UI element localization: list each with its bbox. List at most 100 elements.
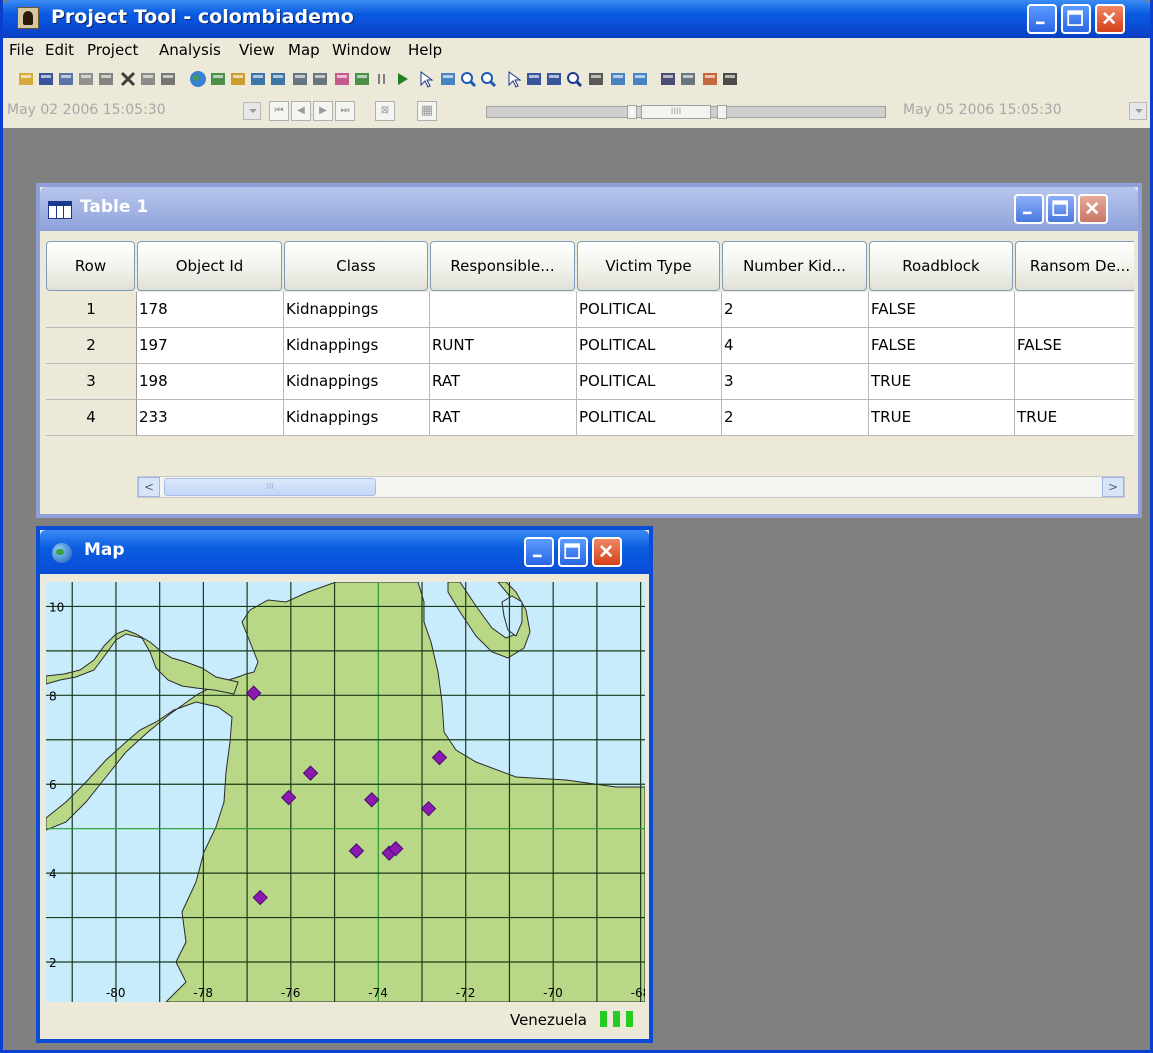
table-cell[interactable]: 197 — [137, 328, 284, 364]
previous-button[interactable]: ◀ — [291, 101, 311, 121]
table-cell[interactable]: RUNT — [430, 328, 577, 364]
pointer-icon[interactable] — [505, 70, 523, 88]
slider-end-handle[interactable] — [717, 105, 727, 119]
end-time-dropdown[interactable] — [1129, 102, 1147, 120]
paste-icon[interactable] — [97, 70, 115, 88]
table-cell[interactable] — [1015, 364, 1134, 400]
zoom-in-icon[interactable] — [459, 70, 477, 88]
maximize-button[interactable] — [1061, 4, 1091, 34]
map-svg[interactable]: 10 8 6 4 2 -80 -78 -76 -74 -72 -70 -68 — [46, 582, 645, 1002]
table-cell[interactable]: Kidnappings — [284, 364, 430, 400]
start-time-dropdown[interactable] — [243, 102, 261, 120]
save-icon[interactable] — [37, 70, 55, 88]
menu-project[interactable]: Project — [87, 41, 138, 59]
slider-start-handle[interactable] — [627, 105, 637, 119]
table-cell[interactable]: Kidnappings — [284, 328, 430, 364]
table-cell[interactable] — [430, 292, 577, 328]
rectangle-select-icon[interactable] — [525, 70, 543, 88]
map-layer-icon[interactable] — [679, 70, 697, 88]
menu-map[interactable]: Map — [288, 41, 320, 59]
chart-icon[interactable] — [139, 70, 157, 88]
menu-edit[interactable]: Edit — [45, 41, 74, 59]
table-cell[interactable]: TRUE — [1015, 400, 1134, 436]
column-header-row[interactable]: Row — [46, 241, 135, 291]
link-icon[interactable] — [311, 70, 329, 88]
table-cell[interactable]: RAT — [430, 400, 577, 436]
delete-icon[interactable] — [119, 70, 137, 88]
table-cell[interactable]: 2 — [722, 292, 869, 328]
tools-icon[interactable] — [587, 70, 605, 88]
table-cell[interactable]: TRUE — [869, 364, 1015, 400]
map-title-bar[interactable]: Map — [40, 530, 649, 574]
undo-icon[interactable] — [609, 70, 627, 88]
tree-icon[interactable] — [159, 70, 177, 88]
horizontal-scrollbar[interactable]: < III > — [137, 476, 1125, 498]
globe-icon[interactable] — [189, 70, 207, 88]
table-cell[interactable]: 2 — [722, 400, 869, 436]
row-number-cell[interactable]: 4 — [46, 400, 137, 436]
next-button[interactable]: ▶ — [313, 101, 333, 121]
table-cell[interactable]: 178 — [137, 292, 284, 328]
table-cell[interactable]: FALSE — [1015, 328, 1134, 364]
map-canvas[interactable]: 10 8 6 4 2 -80 -78 -76 -74 -72 -70 -68 — [46, 582, 645, 1002]
scroll-left-button[interactable]: < — [138, 477, 160, 497]
map-close-button[interactable] — [592, 537, 622, 567]
pause-icon[interactable] — [373, 70, 391, 88]
title-bar[interactable]: Project Tool - colombiademo — [3, 0, 1150, 38]
table-cell[interactable]: Kidnappings — [284, 292, 430, 328]
table-cell[interactable]: Kidnappings — [284, 400, 430, 436]
column-header-class[interactable]: Class — [284, 241, 428, 291]
column-header-victim-type[interactable]: Victim Type — [577, 241, 720, 291]
scroll-thumb[interactable]: III — [164, 478, 376, 496]
column-header-number-kid[interactable]: Number Kid... — [722, 241, 867, 291]
table-cell[interactable]: FALSE — [869, 292, 1015, 328]
row-number-cell[interactable]: 2 — [46, 328, 137, 364]
table-cell[interactable]: 4 — [722, 328, 869, 364]
table-title-bar[interactable]: Table 1 — [40, 187, 1138, 231]
table-cell[interactable]: POLITICAL — [577, 364, 722, 400]
menu-file[interactable]: File — [9, 41, 34, 59]
table-cell[interactable]: FALSE — [869, 328, 1015, 364]
play-icon[interactable] — [393, 70, 411, 88]
table-cell[interactable]: 233 — [137, 400, 284, 436]
reset-button[interactable]: ⊠ — [375, 101, 395, 121]
lasso-icon[interactable] — [545, 70, 563, 88]
slider-range-grip[interactable]: IIII — [641, 105, 711, 119]
column-header-ransom-de[interactable]: Ransom De... — [1015, 241, 1134, 291]
grid-toggle-icon[interactable]: ▦ — [417, 101, 437, 121]
wand-icon[interactable] — [721, 70, 739, 88]
table-cell[interactable] — [1015, 292, 1134, 328]
table-maximize-button[interactable] — [1046, 194, 1076, 224]
bar-chart-icon[interactable] — [229, 70, 247, 88]
row-number-cell[interactable]: 1 — [46, 292, 137, 328]
grid-icon[interactable] — [269, 70, 287, 88]
time-slider[interactable]: IIII — [486, 105, 886, 119]
start-time-field[interactable]: May 02 2006 15:05:30 — [7, 102, 166, 122]
table-cell[interactable]: POLITICAL — [577, 292, 722, 328]
layers-icon[interactable] — [631, 70, 649, 88]
table-cell[interactable]: POLITICAL — [577, 400, 722, 436]
map-minimize-button[interactable] — [524, 537, 554, 567]
open-icon[interactable] — [17, 70, 35, 88]
menu-help[interactable]: Help — [408, 41, 442, 59]
end-time-field[interactable]: May 05 2006 15:05:30 — [903, 102, 1062, 122]
table-icon[interactable] — [249, 70, 267, 88]
magnify-icon[interactable] — [565, 70, 583, 88]
network-icon[interactable] — [291, 70, 309, 88]
map-maximize-button[interactable] — [558, 537, 588, 567]
table-cell[interactable]: RAT — [430, 364, 577, 400]
minimize-button[interactable] — [1027, 4, 1057, 34]
filter-icon[interactable] — [701, 70, 719, 88]
select-arrow-icon[interactable] — [417, 70, 435, 88]
list-icon[interactable] — [659, 70, 677, 88]
column-header-responsible[interactable]: Responsible... — [430, 241, 575, 291]
zoom-out-icon[interactable] — [479, 70, 497, 88]
refresh-icon[interactable] — [353, 70, 371, 88]
column-header-roadblock[interactable]: Roadblock — [869, 241, 1013, 291]
properties-icon[interactable] — [57, 70, 75, 88]
row-number-cell[interactable]: 3 — [46, 364, 137, 400]
color-icon[interactable] — [333, 70, 351, 88]
table-cell[interactable]: TRUE — [869, 400, 1015, 436]
last-button[interactable]: ⏭ — [335, 101, 355, 121]
close-button[interactable] — [1095, 4, 1125, 34]
